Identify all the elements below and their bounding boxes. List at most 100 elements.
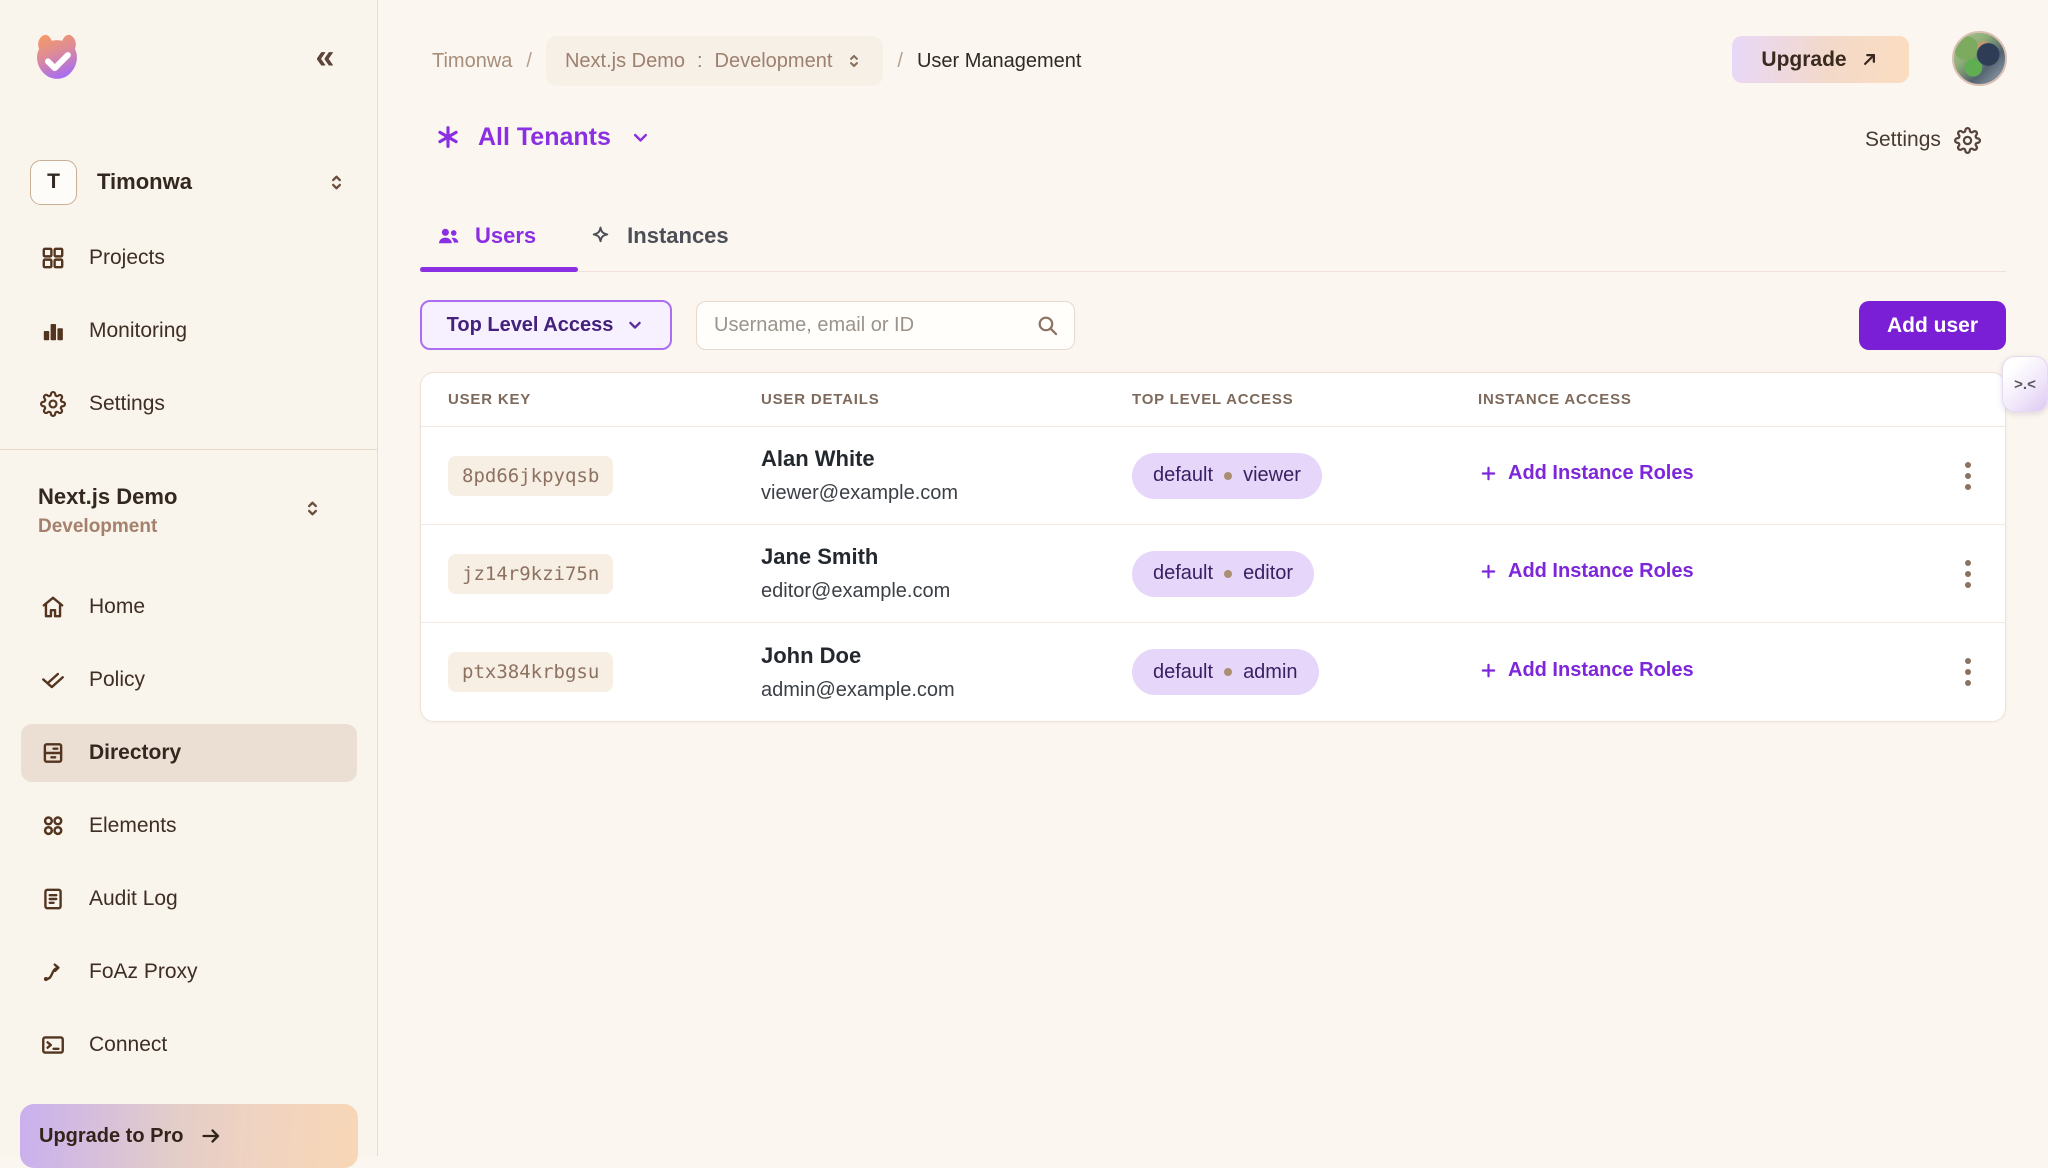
tenant-selector-label: All Tenants bbox=[478, 123, 611, 152]
sidebar-item-label: Policy bbox=[89, 668, 145, 692]
sidebar-item-connect[interactable]: Connect bbox=[21, 1016, 357, 1074]
row-menu-kebab-icon[interactable] bbox=[1959, 652, 1977, 692]
sidebar-item-label: Audit Log bbox=[89, 887, 178, 911]
workspace-initial: T bbox=[30, 160, 77, 205]
active-tab-underline bbox=[420, 267, 578, 272]
breadcrumb-project-pill[interactable]: Next.js Demo : Development bbox=[546, 36, 883, 86]
sidebar-item-monitoring[interactable]: Monitoring bbox=[21, 302, 357, 360]
sidebar-item-label: Home bbox=[89, 595, 145, 619]
tab-users[interactable]: Users bbox=[436, 214, 536, 258]
workspace-name: Timonwa bbox=[97, 169, 325, 195]
sidebar-item-audit-log[interactable]: Audit Log bbox=[21, 870, 357, 928]
add-instance-roles-link[interactable]: Add Instance Roles bbox=[1478, 560, 1694, 583]
column-header-top-level-access: TOP LEVEL ACCESS bbox=[1132, 391, 1478, 408]
arrow-right-icon bbox=[199, 1124, 223, 1148]
breadcrumb-workspace[interactable]: Timonwa bbox=[432, 50, 512, 73]
fox-logo-icon bbox=[28, 30, 86, 90]
badge-tenant: default bbox=[1153, 661, 1213, 684]
environment-settings-button[interactable]: Settings bbox=[1865, 122, 1981, 158]
table-row: 8pd66jkpyqsb Alan White viewer@example.c… bbox=[421, 427, 2005, 525]
bar-chart-icon bbox=[40, 318, 67, 345]
column-header-user-details: USER DETAILS bbox=[761, 391, 1132, 408]
double-check-icon bbox=[40, 667, 67, 694]
circles-icon bbox=[40, 813, 67, 840]
badge-role: editor bbox=[1243, 562, 1293, 585]
sidebar: « T Timonwa Projects bbox=[0, 0, 378, 1156]
workspace-selector[interactable]: T Timonwa bbox=[30, 158, 348, 206]
upgrade-button-label: Upgrade bbox=[1761, 48, 1846, 72]
tab-instances[interactable]: Instances bbox=[588, 214, 729, 258]
document-icon bbox=[40, 886, 67, 913]
sidebar-top-nav: Projects Monitoring bbox=[0, 229, 378, 448]
chevron-up-down-icon bbox=[301, 497, 324, 520]
settings-label: Settings bbox=[1865, 128, 1941, 152]
breadcrumb-project: Next.js Demo bbox=[565, 50, 685, 73]
tab-bar: Users Instances bbox=[436, 214, 729, 258]
breadcrumb-environment: Development bbox=[715, 50, 833, 73]
feedback-widget[interactable]: >.< bbox=[2002, 356, 2048, 412]
badge-role: admin bbox=[1243, 661, 1297, 684]
user-email: editor@example.com bbox=[761, 578, 1132, 604]
add-instance-roles-label: Add Instance Roles bbox=[1508, 659, 1694, 682]
sidebar-item-settings[interactable]: Settings bbox=[21, 375, 357, 433]
row-menu-kebab-icon[interactable] bbox=[1959, 554, 1977, 594]
user-email: admin@example.com bbox=[761, 677, 1132, 703]
users-table: USER KEY USER DETAILS TOP LEVEL ACCESS I… bbox=[420, 372, 2006, 722]
sidebar-item-label: Directory bbox=[89, 741, 181, 765]
chevron-up-down-icon bbox=[325, 171, 348, 194]
main-content: Timonwa / Next.js Demo : Development / U… bbox=[378, 0, 2048, 1156]
access-badge: default editor bbox=[1132, 551, 1314, 597]
table-header-row: USER KEY USER DETAILS TOP LEVEL ACCESS I… bbox=[421, 373, 2005, 427]
upgrade-to-pro-button[interactable]: Upgrade to Pro bbox=[20, 1104, 358, 1168]
add-instance-roles-link[interactable]: Add Instance Roles bbox=[1478, 659, 1694, 682]
user-key-chip: jz14r9kzi75n bbox=[448, 554, 613, 594]
badge-dot bbox=[1224, 472, 1232, 480]
upgrade-to-pro-label: Upgrade to Pro bbox=[39, 1125, 183, 1148]
gear-icon bbox=[1954, 127, 1981, 154]
top-level-access-filter[interactable]: Top Level Access bbox=[420, 300, 672, 350]
home-icon bbox=[40, 594, 67, 621]
search-input[interactable] bbox=[696, 301, 1075, 350]
sidebar-item-label: Monitoring bbox=[89, 319, 187, 343]
route-icon bbox=[40, 959, 67, 986]
sidebar-item-projects[interactable]: Projects bbox=[21, 229, 357, 287]
sidebar-item-home[interactable]: Home bbox=[21, 578, 357, 636]
user-avatar[interactable] bbox=[1952, 31, 2007, 86]
add-user-button[interactable]: Add user bbox=[1859, 301, 2006, 350]
tab-divider bbox=[420, 271, 2006, 272]
chevron-down-icon bbox=[629, 126, 652, 149]
upgrade-button[interactable]: Upgrade bbox=[1732, 36, 1909, 83]
sparkle-icon bbox=[588, 224, 613, 249]
filter-label: Top Level Access bbox=[447, 314, 614, 337]
tab-instances-label: Instances bbox=[627, 223, 729, 249]
table-row: jz14r9kzi75n Jane Smith editor@example.c… bbox=[421, 525, 2005, 623]
user-key-chip: 8pd66jkpyqsb bbox=[448, 456, 613, 496]
sidebar-item-directory[interactable]: Directory bbox=[21, 724, 357, 782]
tab-users-label: Users bbox=[475, 223, 536, 249]
tenant-selector[interactable]: All Tenants bbox=[434, 117, 652, 157]
table-row: ptx384krbgsu John Doe admin@example.com … bbox=[421, 623, 2005, 721]
sidebar-item-elements[interactable]: Elements bbox=[21, 797, 357, 855]
user-name: Alan White bbox=[761, 445, 1132, 473]
sidebar-item-foaz-proxy[interactable]: FoAz Proxy bbox=[21, 943, 357, 1001]
badge-dot bbox=[1224, 668, 1232, 676]
project-selector[interactable]: Next.js Demo Development bbox=[38, 483, 348, 539]
breadcrumb: Timonwa / Next.js Demo : Development / U… bbox=[432, 36, 1081, 86]
sidebar-item-label: FoAz Proxy bbox=[89, 960, 198, 984]
search-field bbox=[696, 301, 1075, 350]
sidebar-item-policy[interactable]: Policy bbox=[21, 651, 357, 709]
sidebar-item-label: Projects bbox=[89, 246, 165, 270]
badge-dot bbox=[1224, 570, 1232, 578]
sidebar-project-nav: Home Policy Directory bbox=[0, 578, 378, 1089]
breadcrumb-separator: / bbox=[897, 50, 903, 73]
collapse-sidebar-button[interactable]: « bbox=[302, 38, 346, 78]
badge-tenant: default bbox=[1153, 562, 1213, 585]
user-name: John Doe bbox=[761, 642, 1132, 670]
user-email: viewer@example.com bbox=[761, 480, 1132, 506]
badge-tenant: default bbox=[1153, 464, 1213, 487]
row-menu-kebab-icon[interactable] bbox=[1959, 456, 1977, 496]
search-icon[interactable] bbox=[1035, 313, 1060, 338]
chevron-down-icon bbox=[625, 315, 645, 335]
add-instance-roles-link[interactable]: Add Instance Roles bbox=[1478, 462, 1694, 485]
badge-role: viewer bbox=[1243, 464, 1301, 487]
